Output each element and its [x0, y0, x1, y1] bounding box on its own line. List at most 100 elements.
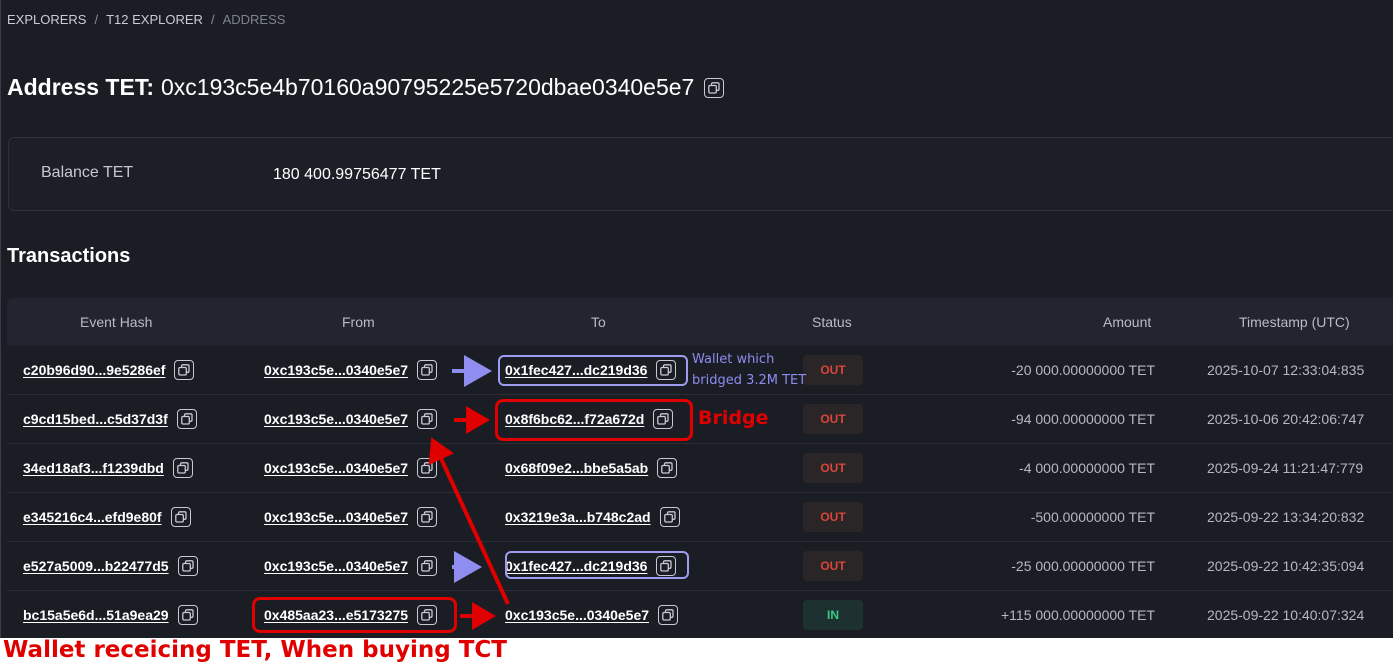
from-address-link[interactable]: 0xc193c5e...0340e5e7	[264, 460, 408, 476]
cell-status: OUT	[803, 444, 863, 492]
cell-to: 0x3219e3a...b748c2ad	[505, 493, 680, 541]
cell-timestamp: 2025-09-22 10:42:35:094	[1207, 542, 1364, 590]
cell-hash: bc15a5e6d...51a9ea29	[23, 591, 198, 638]
event-hash-link[interactable]: c9cd15bed...c5d37d3f	[23, 411, 168, 427]
cell-status: OUT	[803, 346, 863, 394]
breadcrumb-separator: /	[210, 12, 215, 27]
balance-card: Balance TET 180 400.99756477 TET	[8, 137, 1393, 211]
address-label: Address TET:	[7, 74, 154, 100]
from-address-link[interactable]: 0x485aa23...e5173275	[264, 607, 408, 623]
cell-timestamp: 2025-09-24 11:21:47:779	[1207, 444, 1363, 492]
copy-icon[interactable]	[417, 556, 438, 576]
copy-icon[interactable]	[174, 360, 195, 380]
from-address-link[interactable]: 0xc193c5e...0340e5e7	[264, 509, 408, 525]
column-status: Status	[812, 314, 852, 330]
transactions-table: Event Hash From To Status Amount Timesta…	[7, 298, 1393, 638]
column-amount: Amount	[1103, 314, 1152, 330]
copy-icon[interactable]	[172, 458, 193, 478]
timestamp-value: 2025-10-06 20:42:06:747	[1207, 411, 1365, 427]
timestamp-value: 2025-10-07 12:33:04:835	[1207, 362, 1365, 378]
copy-icon[interactable]	[417, 507, 438, 527]
event-hash-link[interactable]: bc15a5e6d...51a9ea29	[23, 607, 169, 623]
status-badge: OUT	[803, 453, 863, 483]
breadcrumb-t12-explorer[interactable]: T12 EXPLORER	[106, 12, 203, 27]
timestamp-value: 2025-09-22 10:40:07:324	[1207, 607, 1365, 623]
to-address-link[interactable]: 0x68f09e2...bbe5a5ab	[505, 460, 648, 476]
copy-icon[interactable]	[176, 409, 197, 429]
table-row: 34ed18af3...f1239dbd 0xc193c5e...0340e5e7…	[7, 444, 1393, 493]
copy-icon[interactable]	[177, 556, 198, 576]
transactions-title: Transactions	[7, 245, 131, 267]
breadcrumb-separator: /	[94, 12, 99, 27]
cell-hash: e345216c4...efd9e80f	[23, 493, 191, 541]
cell-to: 0x8f6bc62...f72a672d	[505, 395, 674, 443]
cell-timestamp: 2025-10-07 12:33:04:835	[1207, 346, 1364, 394]
cell-amount: -25 000.00000000 TET	[1011, 542, 1155, 590]
event-hash-link[interactable]: c20b96d90...9e5286ef	[23, 362, 165, 378]
to-address-link[interactable]: 0x1fec427...dc219d36	[505, 558, 647, 574]
copy-icon[interactable]	[659, 507, 680, 527]
copy-icon[interactable]	[170, 507, 191, 527]
cell-to: 0x68f09e2...bbe5a5ab	[505, 444, 678, 492]
cell-amount: -500.00000000 TET	[1031, 493, 1155, 541]
cell-hash: c20b96d90...9e5286ef	[23, 346, 195, 394]
cell-status: OUT	[803, 395, 863, 443]
copy-icon[interactable]	[417, 360, 438, 380]
cell-to: 0x1fec427...dc219d36	[505, 346, 677, 394]
to-address-link[interactable]: 0x3219e3a...b748c2ad	[505, 509, 651, 525]
timestamp-value: 2025-09-24 11:21:47:779	[1207, 460, 1364, 476]
copy-icon[interactable]	[656, 360, 677, 380]
from-address-link[interactable]: 0xc193c5e...0340e5e7	[264, 558, 408, 574]
cell-from: 0xc193c5e...0340e5e7	[264, 542, 438, 590]
copy-icon[interactable]	[417, 605, 438, 625]
copy-icon[interactable]	[657, 458, 678, 478]
amount-value: -20 000.00000000 TET	[1011, 362, 1155, 378]
status-badge: OUT	[803, 355, 863, 385]
cell-to: 0x1fec427...dc219d36	[505, 542, 677, 590]
to-address-link[interactable]: 0x8f6bc62...f72a672d	[505, 411, 644, 427]
copy-icon[interactable]	[656, 556, 677, 576]
to-address-link[interactable]: 0x1fec427...dc219d36	[505, 362, 647, 378]
amount-value: -25 000.00000000 TET	[1011, 558, 1155, 574]
cell-status: IN	[803, 591, 863, 638]
table-row: e345216c4...efd9e80f 0xc193c5e...0340e5e7…	[7, 493, 1393, 542]
column-to: To	[591, 314, 606, 330]
table-body: c20b96d90...9e5286ef 0xc193c5e...0340e5e7…	[7, 346, 1393, 638]
amount-value: +115 000.00000000 TET	[1001, 607, 1155, 623]
cell-timestamp: 2025-10-06 20:42:06:747	[1207, 395, 1364, 443]
event-hash-link[interactable]: e345216c4...efd9e80f	[23, 509, 162, 525]
breadcrumb-explorers[interactable]: EXPLORERS	[7, 12, 86, 27]
balance-label: Balance TET	[41, 164, 134, 181]
cell-from: 0x485aa23...e5173275	[264, 591, 438, 638]
annotation-bottom-caption: Wallet receicing TET, When buying TCT	[3, 637, 507, 663]
event-hash-link[interactable]: 34ed18af3...f1239dbd	[23, 460, 164, 476]
breadcrumb: EXPLORERS / T12 EXPLORER / ADDRESS	[7, 12, 285, 27]
copy-icon[interactable]	[177, 605, 198, 625]
table-row: bc15a5e6d...51a9ea29 0x485aa23...e5173275…	[7, 591, 1393, 638]
copy-icon[interactable]	[704, 77, 725, 98]
table-row: e527a5009...b22477d5 0xc193c5e...0340e5e7…	[7, 542, 1393, 591]
explorer-app: EXPLORERS / T12 EXPLORER / ADDRESS Addre…	[0, 0, 1393, 638]
to-address-link[interactable]: 0xc193c5e...0340e5e7	[505, 607, 649, 623]
cell-amount: +115 000.00000000 TET	[1001, 591, 1155, 638]
column-from: From	[342, 314, 375, 330]
cell-from: 0xc193c5e...0340e5e7	[264, 493, 438, 541]
column-event-hash: Event Hash	[80, 314, 153, 330]
cell-amount: -4 000.00000000 TET	[1019, 444, 1155, 492]
cell-hash: e527a5009...b22477d5	[23, 542, 198, 590]
copy-icon[interactable]	[417, 458, 438, 478]
cell-from: 0xc193c5e...0340e5e7	[264, 395, 438, 443]
cell-from: 0xc193c5e...0340e5e7	[264, 444, 438, 492]
table-header: Event Hash From To Status Amount Timesta…	[7, 298, 1393, 346]
breadcrumb-address: ADDRESS	[222, 12, 286, 27]
status-badge: OUT	[803, 551, 863, 581]
copy-icon[interactable]	[653, 409, 674, 429]
balance-value: 180 400.99756477 TET	[273, 166, 441, 183]
from-address-link[interactable]: 0xc193c5e...0340e5e7	[264, 362, 408, 378]
copy-icon[interactable]	[658, 605, 679, 625]
timestamp-value: 2025-09-22 10:42:35:094	[1207, 558, 1365, 574]
address-value: 0xc193c5e4b70160a90795225e5720dbae0340e5…	[160, 74, 695, 100]
copy-icon[interactable]	[417, 409, 438, 429]
event-hash-link[interactable]: e527a5009...b22477d5	[23, 558, 169, 574]
from-address-link[interactable]: 0xc193c5e...0340e5e7	[264, 411, 408, 427]
